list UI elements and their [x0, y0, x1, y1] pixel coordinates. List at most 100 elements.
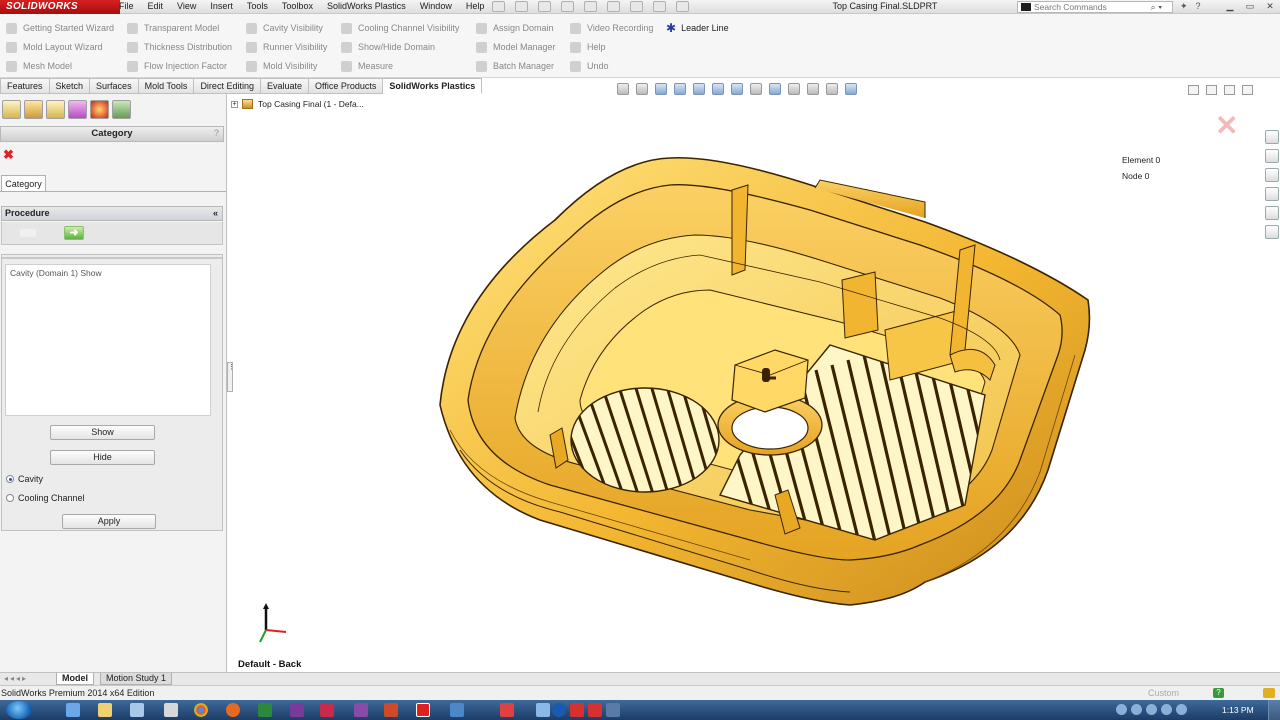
document-icon[interactable] — [164, 703, 178, 717]
restore-icon[interactable]: ▭ — [1240, 0, 1260, 13]
tray-icon[interactable] — [1116, 704, 1127, 715]
app-round-icon[interactable] — [552, 703, 566, 717]
ie-icon[interactable] — [66, 703, 80, 717]
section-view-icon[interactable] — [674, 83, 686, 95]
menu-file[interactable]: File — [112, 0, 141, 14]
tray-icon[interactable] — [1176, 704, 1187, 715]
open-icon[interactable] — [538, 1, 551, 12]
menu-help[interactable]: Help — [459, 0, 492, 14]
tab-solidworks-plastics[interactable]: SolidWorks Plastics — [383, 78, 483, 94]
close-panel-icon[interactable]: ✖ — [3, 148, 14, 161]
tab-motion-study[interactable]: Motion Study 1 — [100, 673, 173, 685]
view-settings-icon[interactable] — [807, 83, 819, 95]
previous-view-icon[interactable] — [655, 83, 667, 95]
tab-mold-tools[interactable]: Mold Tools — [138, 78, 195, 94]
cooling-channel-radio[interactable]: Cooling Channel — [6, 493, 85, 503]
menu-solidworks-plastics[interactable]: SolidWorks Plastics — [320, 0, 413, 14]
feature-tree-flyout[interactable]: + Top Casing Final (1 - Defa... — [231, 99, 364, 109]
firefox-icon[interactable] — [226, 703, 240, 717]
search-commands-input[interactable]: Search Commands ⌕ ▾ — [1017, 1, 1173, 13]
undo-button[interactable]: Undo — [570, 57, 609, 75]
getting-started-wizard-button[interactable]: Getting Started Wizard — [6, 19, 114, 37]
domain-listbox[interactable]: Cavity (Domain 1) Show — [5, 264, 211, 416]
minimize-icon[interactable]: ▁ — [1220, 0, 1240, 13]
powerpoint-icon[interactable] — [384, 703, 398, 717]
viewport-maximize-icon[interactable] — [1224, 85, 1235, 95]
display-pane-icon[interactable] — [826, 83, 838, 95]
rebuild-icon[interactable] — [653, 1, 666, 12]
design-library-icon[interactable] — [1265, 149, 1279, 163]
new-document-icon[interactable] — [515, 1, 528, 12]
tab-sketch[interactable]: Sketch — [49, 78, 91, 94]
search-scope-icon[interactable] — [1021, 3, 1031, 11]
excel-icon[interactable] — [258, 703, 272, 717]
display-style-icon[interactable] — [731, 83, 743, 95]
mold-visibility-button[interactable]: Mold Visibility — [246, 57, 317, 75]
show-desktop-button[interactable] — [1268, 700, 1280, 720]
video-recording-button[interactable]: Video Recording — [570, 19, 653, 37]
back-arrow-icon[interactable] — [20, 229, 36, 237]
view-palette-icon[interactable] — [1265, 187, 1279, 201]
clock[interactable]: 1:13 PM — [1222, 700, 1254, 720]
mesh-model-button[interactable]: Mesh Model — [6, 57, 72, 75]
panel-splitter-handle[interactable]: ⋮ — [227, 362, 235, 392]
tab-scroll-arrows-icon[interactable]: ◂◂◂▸ — [4, 673, 28, 685]
app-red2-icon[interactable] — [570, 703, 584, 717]
list-item[interactable]: Cavity (Domain 1) Show — [10, 268, 102, 278]
model-manager-button[interactable]: Model Manager — [476, 38, 556, 56]
tab-surfaces[interactable]: Surfaces — [90, 78, 139, 94]
tab-model[interactable]: Model — [56, 673, 94, 685]
menu-window[interactable]: Window — [413, 0, 459, 14]
collapse-chevron-icon[interactable]: « — [213, 207, 218, 220]
options-icon[interactable] — [676, 1, 689, 12]
resources-icon[interactable] — [1265, 130, 1279, 144]
settings-icon[interactable] — [450, 703, 464, 717]
cancel-confirmation-icon[interactable]: ✕ — [1215, 112, 1238, 140]
help-button[interactable]: Help — [570, 38, 606, 56]
app-grey-icon[interactable] — [606, 703, 620, 717]
zoom-to-fit-icon[interactable] — [617, 83, 629, 95]
procedure-header[interactable]: Procedure « — [1, 206, 223, 221]
configuration-manager-tab-icon[interactable] — [46, 100, 65, 119]
viewport-minimize-icon[interactable] — [1188, 85, 1199, 95]
property-manager-tab-icon[interactable] — [24, 100, 43, 119]
apply-button[interactable]: Apply — [62, 514, 156, 529]
runner-visibility-button[interactable]: Runner Visibility — [246, 38, 327, 56]
hide-button[interactable]: Hide — [50, 450, 155, 465]
app-red-icon[interactable] — [500, 703, 514, 717]
explorer-icon[interactable] — [98, 703, 112, 717]
menu-edit[interactable]: Edit — [141, 0, 171, 14]
help-question-icon[interactable]: ? — [1196, 0, 1201, 13]
mold-layout-wizard-button[interactable]: Mold Layout Wizard — [6, 38, 103, 56]
apply-scene-icon[interactable] — [788, 83, 800, 95]
transparent-model-button[interactable]: Transparent Model — [127, 19, 219, 37]
appearances-icon[interactable] — [1265, 206, 1279, 220]
tray-icon[interactable] — [1131, 704, 1142, 715]
cavity-radio[interactable]: Cavity — [6, 474, 43, 484]
menu-view[interactable]: View — [170, 0, 203, 14]
show-button[interactable]: Show — [50, 425, 155, 440]
menu-tools[interactable]: Tools — [240, 0, 275, 14]
pin-icon[interactable] — [492, 1, 505, 12]
feature-manager-tab-icon[interactable] — [2, 100, 21, 119]
print-icon[interactable] — [584, 1, 597, 12]
menu-toolbox[interactable]: Toolbox — [275, 0, 320, 14]
tab-features[interactable]: Features — [0, 78, 50, 94]
status-help-icon[interactable]: ? — [1213, 688, 1224, 698]
cooling-channel-visibility-button[interactable]: Cooling Channel Visibility — [341, 19, 459, 37]
batch-manager-button[interactable]: Batch Manager — [476, 57, 554, 75]
app-red3-icon[interactable] — [588, 703, 602, 717]
plastics-manager-tab-icon[interactable] — [112, 100, 131, 119]
dimxpert-manager-tab-icon[interactable] — [68, 100, 87, 119]
display-manager-tab-icon[interactable] — [90, 100, 109, 119]
select-icon[interactable] — [630, 1, 643, 12]
render-tools-icon[interactable] — [845, 83, 857, 95]
tab-evaluate[interactable]: Evaluate — [260, 78, 309, 94]
app-blue-icon[interactable] — [536, 703, 550, 717]
next-arrow-icon[interactable]: ➜ — [64, 226, 84, 240]
dynamic-annotation-icon[interactable] — [693, 83, 705, 95]
units-custom[interactable]: Custom — [1148, 686, 1179, 700]
solidworks-taskbar-icon[interactable] — [416, 703, 430, 717]
close-window-icon[interactable]: ✕ — [1260, 0, 1280, 13]
custom-properties-icon[interactable] — [1265, 225, 1279, 239]
